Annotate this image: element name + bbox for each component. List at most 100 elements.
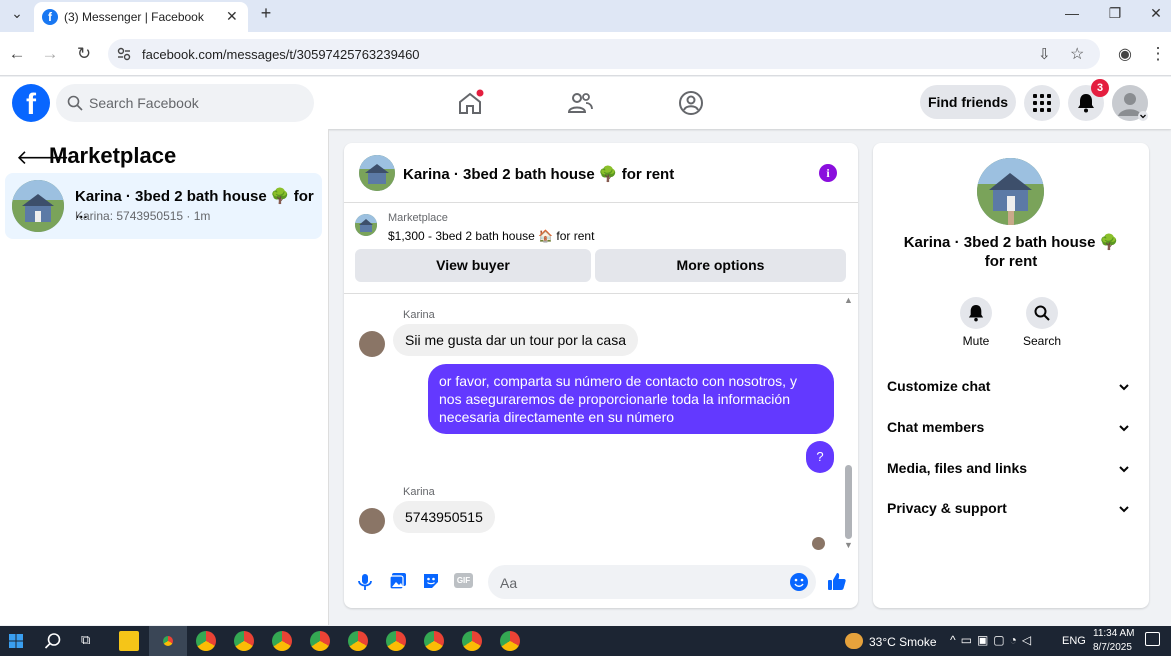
clock-time[interactable]: 11:34 AM <box>1093 628 1135 639</box>
search-label: Search <box>1022 334 1062 348</box>
scroll-up-icon[interactable]: ▲ <box>844 295 853 305</box>
incoming-message[interactable]: Sii me gusta dar un tour por la casa <box>393 324 639 356</box>
profile-house-avatar[interactable] <box>977 158 1044 225</box>
info-icon[interactable]: i <box>819 164 837 182</box>
conversation-preview: Karina: 5743950515 · 1m <box>75 209 211 223</box>
menu-button[interactable] <box>1024 85 1060 121</box>
chrome-icon[interactable] <box>424 631 444 651</box>
chat-title[interactable]: Karina · 3bed 2 bath house 🌳 for rent <box>403 165 674 183</box>
chevron-down-icon[interactable] <box>1118 381 1130 393</box>
notification-badge: 3 <box>1091 79 1109 97</box>
grid-menu-icon <box>1033 94 1051 112</box>
profile-icon[interactable]: ◉ <box>1114 44 1136 64</box>
home-icon[interactable] <box>456 89 484 117</box>
message-input[interactable]: Aa <box>488 565 816 599</box>
chrome-icon[interactable] <box>196 631 216 651</box>
mute-label: Mute <box>962 334 990 348</box>
tab-close-icon[interactable]: ✕ <box>226 8 238 25</box>
tab-title: (3) Messenger | Facebook <box>64 10 204 24</box>
like-thumbs-up-icon[interactable] <box>827 571 847 591</box>
more-options-button[interactable]: More options <box>595 249 846 282</box>
minimize-icon[interactable]: — <box>1061 5 1083 21</box>
url-text: facebook.com/messages/t/3059742576323946… <box>142 47 420 62</box>
sender-avatar[interactable] <box>359 508 385 534</box>
page-title: Marketplace <box>49 143 177 168</box>
reload-icon[interactable]: ↻ <box>73 44 95 64</box>
address-bar[interactable]: facebook.com/messages/t/3059742576323946… <box>108 39 1100 69</box>
privacy-support-section[interactable]: Privacy & support <box>887 500 1007 516</box>
search-in-conversation-button[interactable] <box>1026 297 1058 329</box>
microphone-icon[interactable] <box>357 573 373 591</box>
restore-icon[interactable]: ❐ <box>1104 5 1126 22</box>
sticky-notes-icon[interactable] <box>119 631 139 651</box>
find-friends-button[interactable]: Find friends <box>920 85 1016 119</box>
weather-text[interactable]: 33°C Smoke <box>869 635 937 649</box>
chrome-icon[interactable] <box>500 631 520 651</box>
view-buyer-button[interactable]: View buyer <box>355 249 591 282</box>
windows-taskbar: ⧉ 33°C Smoke ^▭▣▢◔◁ ENG 11:34 AM 8/7/202… <box>0 626 1171 656</box>
task-view-icon[interactable]: ⧉ <box>81 632 90 648</box>
chrome-icon[interactable] <box>234 631 254 651</box>
notification-center-icon[interactable] <box>1145 632 1160 646</box>
bell-icon <box>1078 94 1094 113</box>
chrome-icon[interactable] <box>348 631 368 651</box>
browser-toolbar: ← → ↻ facebook.com/messages/t/3059742576… <box>0 32 1171 76</box>
search-icon <box>67 95 83 111</box>
default-avatar-icon <box>1112 85 1148 121</box>
back-icon[interactable]: ← <box>6 44 28 64</box>
scroll-down-icon[interactable]: ▼ <box>844 540 853 550</box>
chrome-icon[interactable] <box>158 631 178 651</box>
emoji-icon[interactable] <box>790 573 808 591</box>
friends-icon[interactable] <box>566 89 594 117</box>
outgoing-message[interactable]: ? <box>806 441 834 473</box>
chevron-down-icon[interactable] <box>1118 463 1130 475</box>
new-tab-icon[interactable]: + <box>255 3 277 24</box>
chevron-down-icon[interactable] <box>1118 422 1130 434</box>
taskbar-search-icon[interactable] <box>44 632 62 650</box>
site-settings-icon[interactable] <box>117 47 131 61</box>
chrome-icon[interactable] <box>462 631 482 651</box>
close-window-icon[interactable]: ✕ <box>1145 5 1167 22</box>
conversation-item[interactable]: Karina · 3bed 2 bath house 🌳 for ... Kar… <box>5 173 322 239</box>
media-files-links-section[interactable]: Media, files and links <box>887 460 1027 476</box>
marketplace-listing-card: Marketplace $1,300 - 3bed 2 bath house 🏠… <box>344 204 858 294</box>
sender-avatar[interactable] <box>359 331 385 357</box>
chrome-icon[interactable] <box>310 631 330 651</box>
chevron-down-icon[interactable] <box>1118 503 1130 515</box>
chrome-icon[interactable] <box>272 631 292 651</box>
install-app-icon[interactable]: ⇩ <box>1038 45 1051 63</box>
search-input[interactable]: Search Facebook <box>56 84 314 122</box>
language-indicator[interactable]: ENG <box>1062 635 1086 647</box>
gif-icon[interactable]: GIF <box>454 573 473 588</box>
sticker-icon[interactable] <box>422 572 440 590</box>
chat-members-section[interactable]: Chat members <box>887 419 984 435</box>
composer-bar: GIF Aa <box>344 563 858 608</box>
groups-icon[interactable] <box>677 89 705 117</box>
chat-panel: Karina · 3bed 2 bath house 🌳 for rent i … <box>344 143 858 608</box>
chrome-icon[interactable] <box>386 631 406 651</box>
windows-start-icon[interactable] <box>9 634 23 648</box>
profile-name: Karina · 3bed 2 bath house 🌳 for rent <box>903 234 1119 270</box>
browser-tab[interactable]: f (3) Messenger | Facebook ✕ <box>34 2 248 32</box>
bookmark-star-icon[interactable]: ☆ <box>1070 44 1084 64</box>
account-avatar[interactable] <box>1112 85 1148 121</box>
clock-date[interactable]: 8/7/2025 <box>1093 642 1132 653</box>
incoming-message[interactable]: 5743950515 <box>393 501 495 533</box>
weather-icon[interactable] <box>845 633 863 649</box>
house-avatar <box>12 180 64 232</box>
photo-icon[interactable] <box>389 572 407 590</box>
browser-menu-icon[interactable]: ⋮ <box>1147 44 1169 64</box>
search-placeholder: Search Facebook <box>89 95 199 111</box>
tab-search-chevron-icon[interactable]: ⌄ <box>6 5 28 22</box>
mute-button[interactable] <box>960 297 992 329</box>
facebook-logo-icon[interactable]: f <box>12 84 50 122</box>
chat-scrollbar-thumb[interactable] <box>845 465 852 539</box>
outgoing-message[interactable]: or favor, comparta su número de contacto… <box>428 364 834 434</box>
forward-icon[interactable]: → <box>39 44 61 64</box>
customize-chat-section[interactable]: Customize chat <box>887 378 990 394</box>
message-sender: Karina <box>403 309 435 321</box>
system-tray-icons[interactable]: ^▭▣▢◔◁ <box>950 633 1036 647</box>
chat-house-avatar[interactable] <box>359 155 395 191</box>
listing-title[interactable]: $1,300 - 3bed 2 bath house 🏠 for rent <box>388 229 594 243</box>
chat-details-panel: Karina · 3bed 2 bath house 🌳 for rent Mu… <box>873 143 1149 608</box>
